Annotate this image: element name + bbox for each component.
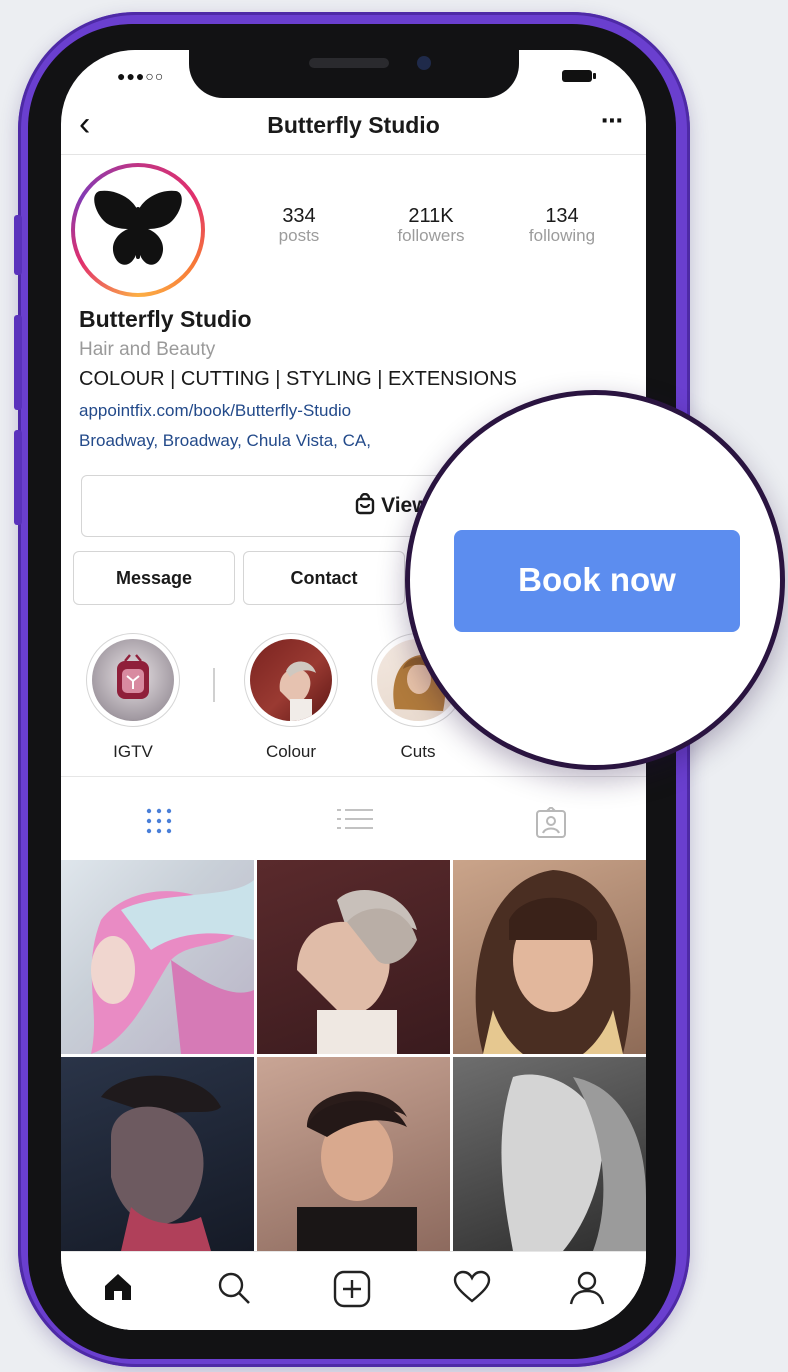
profile-header: ‹ Butterfly Studio ⋯	[61, 102, 646, 155]
butterfly-logo-icon	[94, 190, 182, 265]
profile-bio: COLOUR | CUTTING | STYLING | EXTENSIONS	[79, 368, 517, 390]
grid-photo[interactable]	[61, 860, 254, 1054]
signal-strength: ●●●○○	[117, 68, 165, 84]
highlight-divider	[213, 668, 215, 702]
home-icon[interactable]	[101, 1270, 135, 1309]
highlight-image	[92, 639, 174, 721]
profile-location[interactable]: Broadway, Broadway, Chula Vista, CA,	[79, 431, 371, 451]
side-button	[14, 215, 22, 275]
list-icon[interactable]	[337, 807, 373, 840]
battery-icon	[562, 70, 596, 82]
grid-photo-art	[297, 1091, 417, 1251]
contact-button[interactable]: Contact	[243, 551, 405, 605]
tagged-icon[interactable]	[535, 805, 567, 844]
front-camera	[417, 56, 431, 70]
heart-icon[interactable]	[453, 1270, 491, 1309]
message-button[interactable]: Message	[73, 551, 235, 605]
profile-icon[interactable]	[569, 1270, 605, 1311]
stat-label: followers	[397, 226, 465, 245]
highlight-colour[interactable]	[244, 633, 338, 727]
highlight-image	[250, 639, 332, 721]
profile-category: Hair and Beauty	[79, 339, 216, 360]
grid-photo-art	[91, 880, 254, 1054]
grid-photo[interactable]	[453, 860, 646, 1054]
highlight-label: IGTV	[113, 742, 153, 761]
grid-icon[interactable]	[145, 807, 173, 840]
magnifier-callout: Book now	[405, 390, 785, 770]
stat-label: posts	[278, 226, 320, 245]
grid-photo[interactable]	[453, 1057, 646, 1251]
shop-bag-icon	[355, 492, 375, 515]
stat-followers[interactable]: 211K followers	[376, 205, 486, 245]
search-icon[interactable]	[216, 1270, 252, 1311]
notch	[189, 50, 519, 98]
hair-model-image	[279, 661, 316, 721]
stat-label: following	[528, 226, 596, 245]
stat-value: 134	[545, 205, 579, 227]
side-button	[14, 315, 22, 410]
bottom-nav	[61, 1251, 646, 1330]
stat-value: 211K	[408, 205, 454, 227]
grid-photo-art	[501, 1074, 646, 1251]
stat-posts[interactable]: 334 posts	[244, 205, 354, 245]
add-post-icon[interactable]	[333, 1270, 371, 1313]
avatar-image	[75, 167, 201, 293]
divider	[61, 776, 646, 777]
more-icon[interactable]: ⋯	[601, 108, 624, 134]
grid-photo-art	[475, 870, 631, 1054]
grid-photo[interactable]	[257, 860, 450, 1054]
grid-photo[interactable]	[257, 1057, 450, 1251]
book-now-button[interactable]: Book now	[454, 530, 740, 632]
highlight-label: Colour	[265, 742, 317, 761]
speaker	[309, 58, 389, 68]
igtv-icon	[117, 654, 149, 699]
grid-photo-art	[297, 890, 417, 1054]
grid-photo-art	[101, 1075, 221, 1251]
avatar[interactable]	[71, 163, 205, 297]
photo-grid	[61, 860, 646, 1251]
highlight-label: Cuts	[400, 742, 436, 761]
grid-photo[interactable]	[61, 1057, 254, 1251]
profile-link[interactable]: appointfix.com/book/Butterfly-Studio	[79, 401, 351, 421]
profile-name: Butterfly Studio	[79, 306, 252, 332]
side-button	[14, 430, 22, 525]
stat-value: 334	[282, 205, 316, 227]
stat-following[interactable]: 134 following	[507, 205, 617, 245]
page-title: Butterfly Studio	[267, 112, 440, 138]
highlight-igtv[interactable]	[86, 633, 180, 727]
